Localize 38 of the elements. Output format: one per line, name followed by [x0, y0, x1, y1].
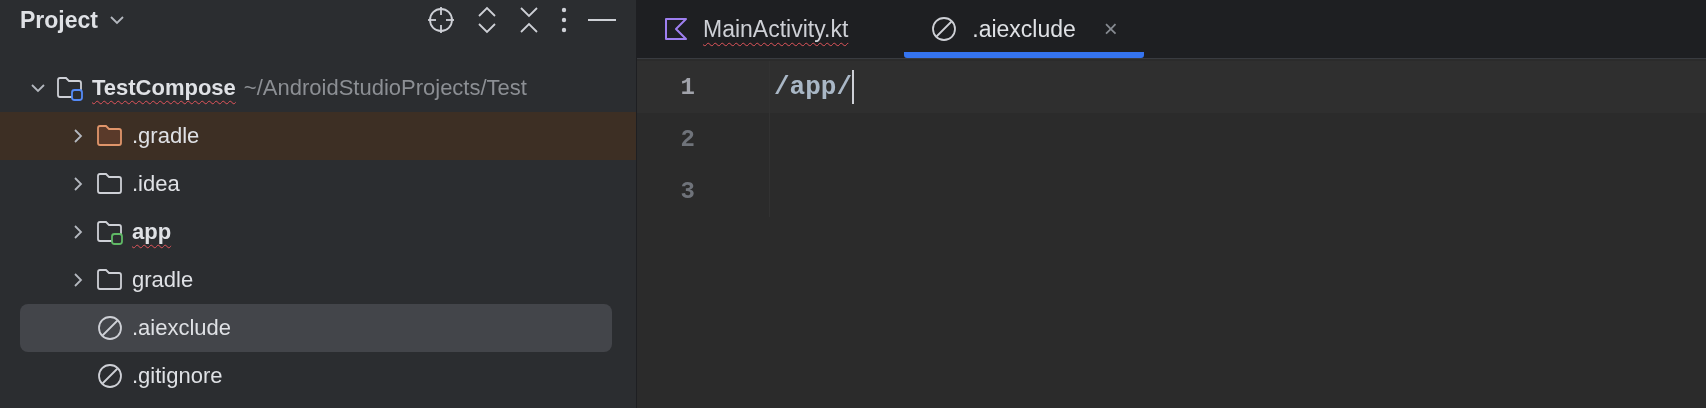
item-label: .aiexclude [132, 315, 232, 341]
module-folder-icon [56, 75, 84, 101]
locate-icon[interactable] [426, 5, 456, 35]
tree-item[interactable]: app [0, 208, 636, 256]
more-options-icon[interactable] [560, 6, 568, 34]
code-text: /app/ [774, 72, 852, 102]
line-number: 3 [637, 165, 770, 217]
selected-tree-item[interactable]: .aiexclude [20, 304, 612, 352]
tree-item[interactable]: .idea [0, 160, 636, 208]
collapse-all-icon[interactable] [518, 5, 540, 35]
item-label: gradle [132, 267, 194, 293]
folder-icon [96, 267, 124, 293]
folder-icon [96, 171, 124, 197]
item-label: .gradle [132, 123, 200, 149]
close-tab-button[interactable]: × [1103, 15, 1118, 43]
misspelled-tab-label: MainActivity.kt [703, 15, 849, 43]
tree-item[interactable]: TestCompose ~/AndroidStudioProjects/Test [0, 64, 636, 112]
expand-all-icon[interactable] [476, 5, 498, 35]
misspelled-item-label: TestCompose [92, 75, 236, 101]
misspelled-item-label: app [132, 219, 172, 245]
blocked-file-icon [96, 362, 124, 390]
item-label: .idea [132, 171, 180, 197]
tree-item[interactable]: .gitignore [0, 352, 636, 400]
module-folder-icon [96, 219, 124, 245]
project-path: ~/AndroidStudioProjects/Test [243, 75, 527, 101]
blocked-file-icon [96, 314, 124, 342]
editor-tab[interactable]: MainActivity.kt [637, 0, 905, 58]
blocked-file-icon [930, 15, 959, 43]
panel-title[interactable]: Project [20, 6, 98, 34]
folder-icon [96, 123, 124, 149]
line-number: 2 [637, 113, 770, 165]
tab-label: .aiexclude [972, 15, 1076, 43]
tree-item[interactable]: .gradle [0, 112, 636, 160]
line-number: 1 [637, 61, 770, 113]
minimize-icon[interactable] [588, 18, 616, 22]
kotlin-file-icon [663, 16, 689, 42]
tree-item[interactable]: gradle [0, 256, 636, 304]
item-label: .gitignore [132, 363, 223, 389]
